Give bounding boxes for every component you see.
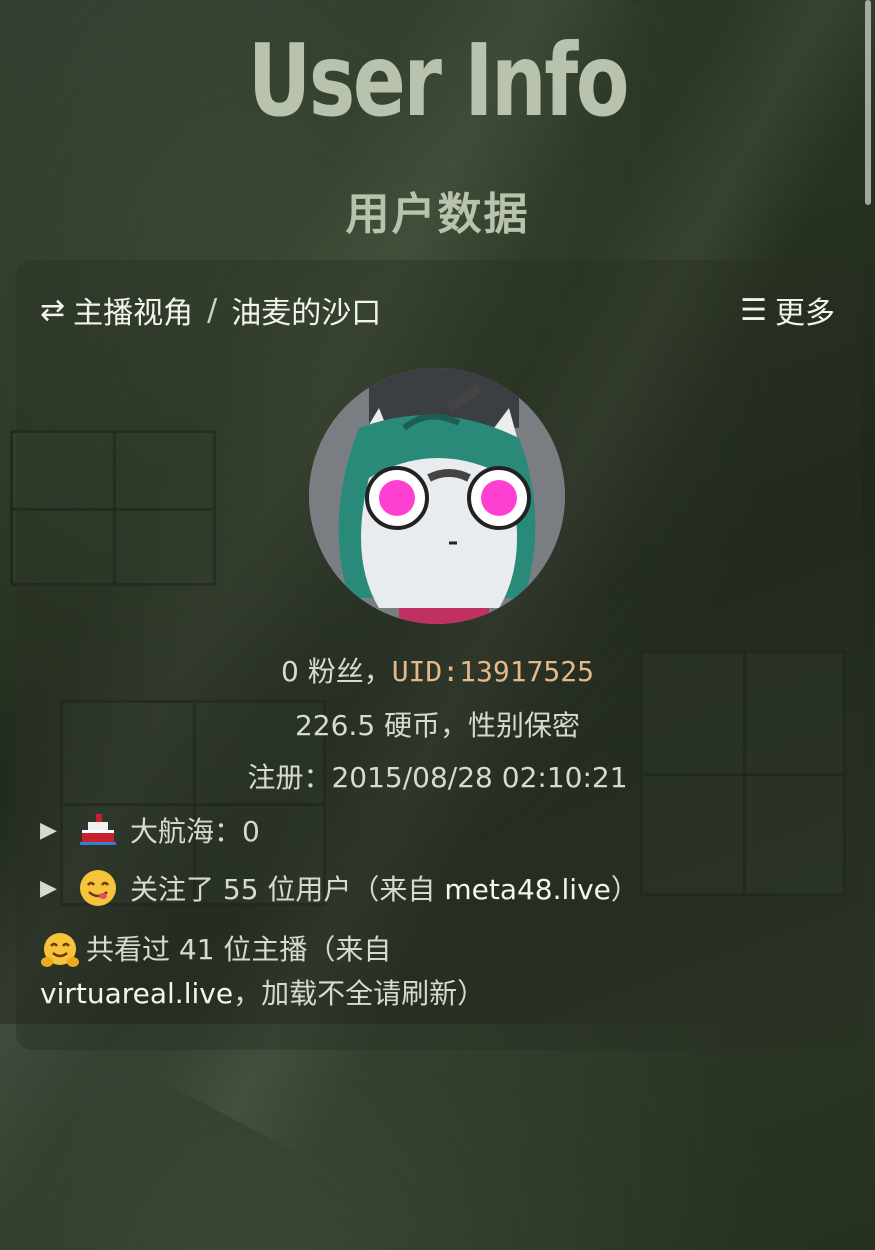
expand-triangle-icon[interactable]: ▶ [40, 818, 66, 843]
following-suffix: ） [610, 873, 639, 906]
followers-uid-line: 0 粉丝，UID:13917525 [0, 650, 875, 690]
following-text: 关注了 55 位用户（来自 meta48.live） [130, 868, 639, 908]
room-name[interactable]: 油麦的沙口 [231, 288, 381, 332]
more-button[interactable]: ☰ 更多 [740, 288, 835, 332]
guard-label: 大航海：0 [130, 815, 260, 848]
menu-icon[interactable]: ☰ [740, 293, 767, 328]
hug-face-icon [41, 933, 79, 967]
following-row[interactable]: ▶ 关注了 55 位用户（来自 meta48.live） [40, 868, 835, 908]
watched-suffix: ，加载不全请刷新） [233, 977, 486, 1010]
switch-icon[interactable]: ⇄ [40, 293, 65, 328]
avatar-character-image [309, 368, 565, 624]
watched-paragraph: 共看过 41 位主播（来自 virtuareal.live，加载不全请刷新） [40, 928, 835, 1016]
breadcrumb-separator: / [207, 292, 218, 328]
avatar[interactable] [309, 368, 565, 624]
watched-prefix: 共看过 41 位主播（来自 [86, 933, 392, 966]
card-header: ⇄ 主播视角 / 油麦的沙口 ☰ 更多 [40, 288, 835, 332]
coins-gender-line: 226.5 硬币，性别保密 [294, 709, 581, 742]
watched-source-link[interactable]: virtuareal.live [40, 977, 233, 1010]
page-title: User Info [247, 22, 630, 139]
following-prefix: 关注了 55 位用户（来自 [130, 873, 445, 906]
register-date-line: 注册：2015/08/28 02:10:21 [247, 761, 628, 794]
ship-icon [80, 814, 116, 845]
more-label[interactable]: 更多 [775, 288, 835, 332]
yum-face-icon [80, 870, 116, 906]
uid-value[interactable]: UID:13917525 [392, 655, 594, 688]
guard-row[interactable]: ▶ 大航海：0 [40, 810, 835, 850]
followers-count: 0 粉丝， [280, 655, 392, 688]
scrollbar[interactable] [865, 0, 871, 205]
perspective-switch[interactable]: ⇄ 主播视角 / 油麦的沙口 [40, 288, 381, 332]
following-source-link[interactable]: meta48.live [444, 873, 611, 906]
page-subtitle: 用户数据 [345, 189, 530, 240]
expand-triangle-icon[interactable]: ▶ [40, 876, 66, 901]
perspective-label[interactable]: 主播视角 [73, 288, 193, 332]
